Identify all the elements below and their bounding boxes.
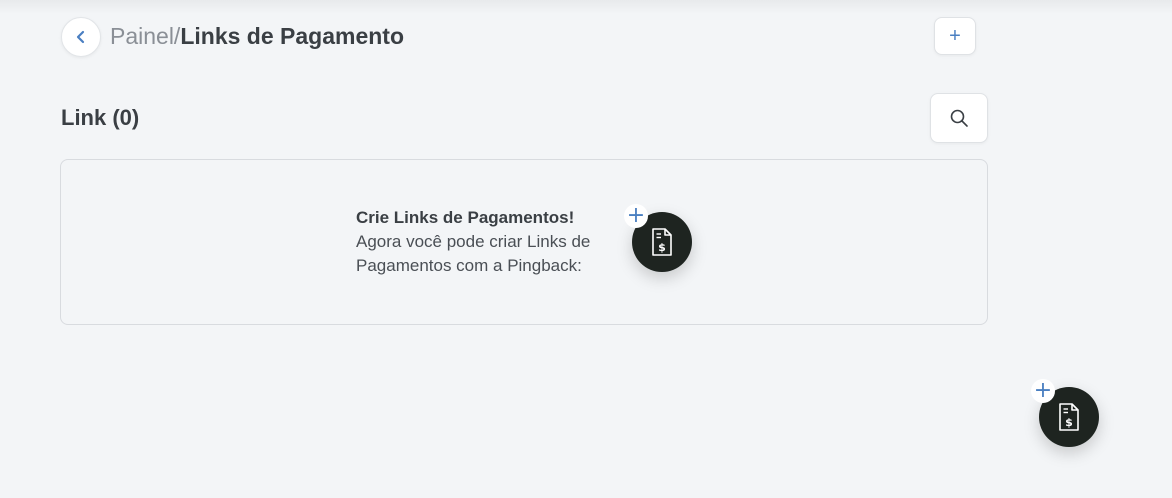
empty-state-text: Crie Links de Pagamentos! Agora você pod… <box>356 206 626 278</box>
empty-state-body: Agora você pode criar Links de Pagamento… <box>356 232 591 275</box>
breadcrumb: Painel/Links de Pagamento <box>110 22 404 50</box>
empty-state-heading: Crie Links de Pagamentos! <box>356 208 575 227</box>
svg-text:$: $ <box>1065 416 1073 429</box>
back-button[interactable] <box>61 17 101 57</box>
svg-text:$: $ <box>658 241 666 254</box>
search-button[interactable] <box>930 93 988 143</box>
page-title: Links de Pagamento <box>180 23 404 49</box>
plus-icon: + <box>624 204 648 228</box>
top-shadow <box>0 0 1172 14</box>
search-icon <box>950 109 968 127</box>
plus-icon: + <box>949 25 961 47</box>
empty-state-card: Crie Links de Pagamentos! Agora você pod… <box>60 159 988 325</box>
create-link-button[interactable]: + $ <box>624 204 692 272</box>
breadcrumb-parent[interactable]: Painel/ <box>110 23 180 49</box>
chevron-left-icon <box>76 30 85 44</box>
plus-icon: + <box>1031 379 1055 403</box>
section-title: Link (0) <box>61 105 140 130</box>
payment-document-icon: $ <box>652 228 672 256</box>
floating-create-link-button[interactable]: + $ <box>1031 379 1099 447</box>
payment-document-icon: $ <box>1059 403 1079 431</box>
add-link-button[interactable]: + <box>934 17 976 55</box>
